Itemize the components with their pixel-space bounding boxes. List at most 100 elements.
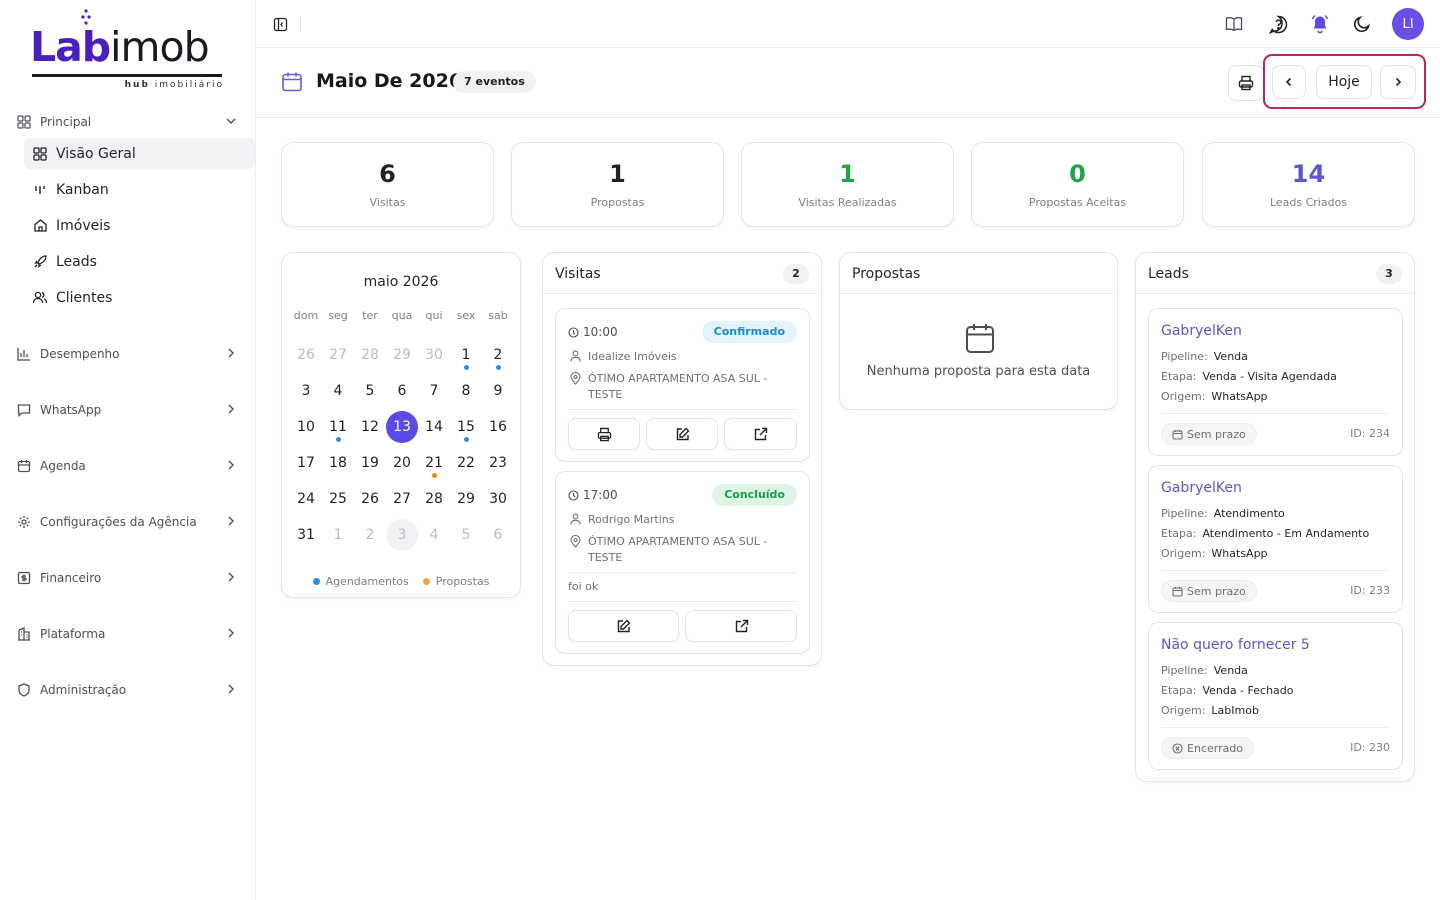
nav-group-agenda[interactable]: Agenda: [16, 454, 242, 478]
page-header: Maio De 2026 7 eventos Hoje: [256, 48, 1440, 118]
calendar-day[interactable]: 9: [482, 373, 514, 409]
nav-group-configuracoes[interactable]: Configurações da Agência: [16, 510, 242, 534]
open-visit-button[interactable]: [685, 610, 797, 642]
logo-wordmark: Labimob: [30, 23, 210, 71]
events-count-badge: 7 eventos: [453, 71, 536, 93]
chevron-right-icon: [228, 460, 234, 470]
nav-group-label: Agenda: [40, 459, 86, 473]
edit-visit-button[interactable]: [568, 610, 679, 642]
building-icon: [16, 626, 32, 642]
nav-group-plataforma[interactable]: Plataforma: [16, 622, 242, 646]
calendar-day[interactable]: 20: [386, 445, 418, 481]
calendar-day[interactable]: 4: [418, 517, 450, 553]
bell-icon[interactable]: [1308, 12, 1332, 36]
calendar-day[interactable]: 14: [418, 409, 450, 445]
edit-icon: [676, 427, 689, 440]
stat-card-propostas-aceitas: 0 Propostas Aceitas: [971, 142, 1184, 227]
calendar-day[interactable]: 8: [450, 373, 482, 409]
calendar-day[interactable]: 5: [354, 373, 386, 409]
lead-etapa: Etapa: Venda - Visita Agendada: [1161, 370, 1337, 383]
help-chat-icon[interactable]: [1266, 12, 1290, 36]
calendar-day[interactable]: 7: [418, 373, 450, 409]
calendar-day[interactable]: 23: [482, 445, 514, 481]
calendar-day[interactable]: 19: [354, 445, 386, 481]
calendar-day[interactable]: 13: [386, 409, 418, 445]
logo[interactable]: Labimob hub imobiliário: [30, 8, 226, 96]
calendar-day[interactable]: 26: [290, 337, 322, 373]
calendar-day[interactable]: 6: [386, 373, 418, 409]
divider: [568, 572, 797, 573]
calendar-day[interactable]: 21: [418, 445, 450, 481]
calendar-day[interactable]: 5: [450, 517, 482, 553]
lead-id: ID: 234: [1350, 427, 1390, 440]
calendar-day[interactable]: 4: [322, 373, 354, 409]
calendar-day[interactable]: 31: [290, 517, 322, 553]
calendar-day[interactable]: 28: [354, 337, 386, 373]
print-button[interactable]: [1228, 65, 1264, 101]
calendar-day[interactable]: 30: [418, 337, 450, 373]
sidebar-toggle-icon[interactable]: [270, 14, 290, 34]
visit-card[interactable]: 10:00 Confirmado Idealize Imóveis ÓTIMO …: [555, 308, 810, 462]
calendar-day[interactable]: 29: [386, 337, 418, 373]
calendar-day[interactable]: 2: [482, 337, 514, 373]
calendar-day[interactable]: 29: [450, 481, 482, 517]
print-visit-button[interactable]: [568, 418, 640, 450]
lead-card[interactable]: GabryelKen Pipeline: Atendimento Etapa: At…: [1148, 465, 1403, 613]
location-pin-icon: [568, 371, 582, 403]
lead-etapa: Etapa: Atendimento - Em Andamento: [1161, 527, 1370, 540]
calendar-day[interactable]: 3: [386, 517, 418, 553]
calendar-day[interactable]: 10: [290, 409, 322, 445]
open-visit-button[interactable]: [724, 418, 797, 450]
calendar-day[interactable]: 26: [354, 481, 386, 517]
nav-group-financeiro[interactable]: Financeiro: [16, 566, 242, 590]
visit-time: 10:00: [568, 325, 618, 339]
moon-icon[interactable]: [1350, 12, 1374, 36]
calendar-day[interactable]: 16: [482, 409, 514, 445]
calendar-day[interactable]: 22: [450, 445, 482, 481]
deadline-badge: Sem prazo: [1161, 580, 1257, 602]
calendar-day[interactable]: 2: [354, 517, 386, 553]
visit-card[interactable]: 17:00 Concluído Rodrigo Martins ÓTIMO AP…: [555, 471, 810, 654]
nav-group-principal[interactable]: Principal: [16, 110, 242, 134]
nav-group-administracao[interactable]: Administração: [16, 678, 242, 702]
calendar-day[interactable]: 17: [290, 445, 322, 481]
location-pin-icon: [568, 534, 582, 566]
lead-card[interactable]: Não quero fornecer 5 Pipeline: Venda Etap…: [1148, 622, 1403, 770]
today-button[interactable]: Hoje: [1316, 65, 1372, 99]
calendar-day[interactable]: 28: [418, 481, 450, 517]
calendar-weeks: 26 27 28 29 30 1 2 3 4 5 6 7 8 9 10 11 12 13 14 15 16 17 18 19 2…: [290, 337, 514, 553]
calendar-day[interactable]: 24: [290, 481, 322, 517]
calendar-day[interactable]: 1: [450, 337, 482, 373]
lead-name[interactable]: GabryelKen: [1161, 323, 1242, 339]
lead-card[interactable]: GabryelKen Pipeline: Venda Etapa: Venda - …: [1148, 308, 1403, 456]
sidebar-item-leads[interactable]: Leads: [24, 246, 255, 277]
next-month-button[interactable]: [1380, 65, 1416, 99]
calendar-day[interactable]: 6: [482, 517, 514, 553]
calendar-day[interactable]: 25: [322, 481, 354, 517]
calendar-icon: [966, 324, 994, 353]
edit-visit-button[interactable]: [646, 418, 718, 450]
book-icon[interactable]: [1222, 12, 1246, 36]
lead-name[interactable]: GabryelKen: [1161, 480, 1242, 496]
calendar-day[interactable]: 18: [322, 445, 354, 481]
sidebar-item-visao-geral[interactable]: Visão Geral: [24, 138, 255, 169]
calendar-day[interactable]: 11: [322, 409, 354, 445]
sidebar-item-imoveis[interactable]: Imóveis: [24, 210, 255, 241]
sidebar-item-clientes[interactable]: Clientes: [24, 282, 255, 313]
external-link-icon: [754, 427, 768, 440]
calendar-day[interactable]: 1: [322, 517, 354, 553]
visit-agent: Rodrigo Martins: [568, 512, 793, 528]
calendar-day[interactable]: 12: [354, 409, 386, 445]
nav-group-whatsapp[interactable]: WhatsApp: [16, 398, 242, 422]
nav-group-desempenho[interactable]: Desempenho: [16, 342, 242, 366]
avatar[interactable]: LI: [1392, 8, 1424, 40]
chevron-down-icon: [226, 118, 236, 124]
calendar-day[interactable]: 15: [450, 409, 482, 445]
previous-month-button[interactable]: [1272, 65, 1306, 99]
calendar-day[interactable]: 3: [290, 373, 322, 409]
lead-name[interactable]: Não quero fornecer 5: [1161, 637, 1310, 653]
calendar-day[interactable]: 27: [322, 337, 354, 373]
sidebar-item-kanban[interactable]: Kanban: [24, 174, 255, 205]
calendar-day[interactable]: 27: [386, 481, 418, 517]
calendar-day[interactable]: 30: [482, 481, 514, 517]
